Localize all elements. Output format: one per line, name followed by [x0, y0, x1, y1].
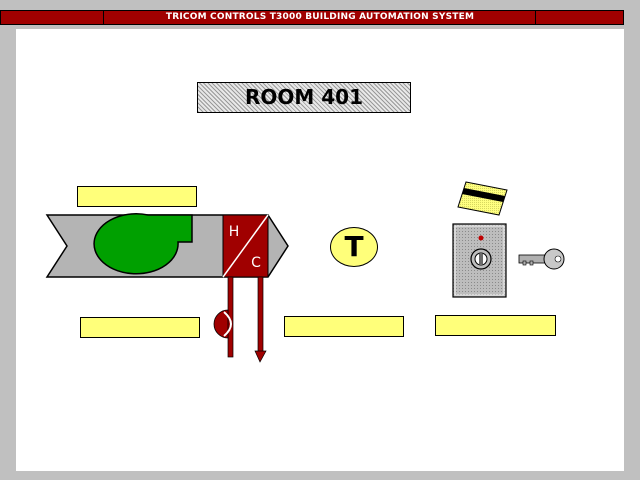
heat-label: H: [229, 224, 240, 240]
coil-pipes: [227, 276, 267, 363]
key-icon: [518, 248, 565, 270]
cool-label: C: [251, 255, 261, 271]
equipment-graphics: H C: [45, 181, 565, 363]
keycard-reader[interactable]: [452, 223, 507, 298]
key-card-icon: [457, 181, 508, 216]
thermostat-icon[interactable]: T: [330, 227, 378, 267]
